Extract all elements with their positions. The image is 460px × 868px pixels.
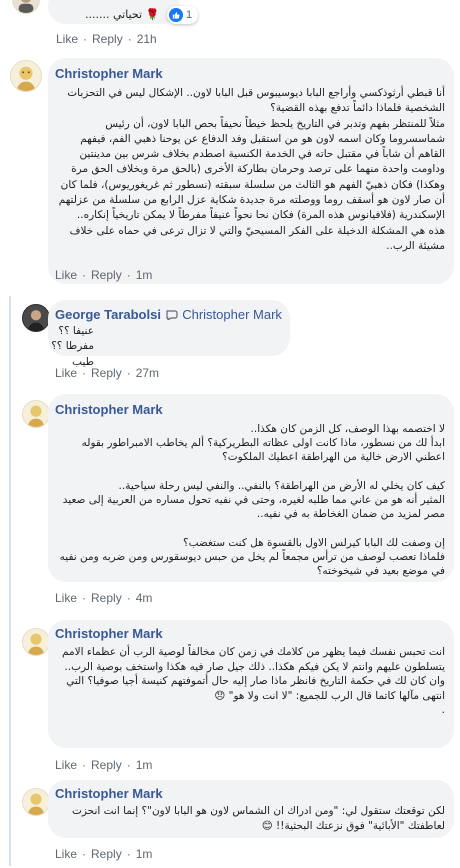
comment-text: أنا قبطي أرثوذكسي وأراجع البابا ديوسيبوس… (58, 87, 445, 252)
like-link[interactable]: Like (56, 32, 78, 46)
like-link[interactable]: Like (55, 268, 77, 282)
reply-link[interactable]: Reply (92, 32, 123, 46)
reply-link[interactable]: Reply (91, 758, 122, 772)
avatar[interactable] (12, 0, 40, 14)
comment-time: 27m (135, 366, 160, 380)
like-link[interactable]: Like (55, 366, 77, 380)
reply-link[interactable]: Reply (91, 591, 122, 605)
avatar[interactable] (10, 60, 42, 92)
reply-to-icon (165, 310, 178, 320)
comment-actions: Like · Reply · 21h (56, 32, 157, 46)
reaction-count: 1 (186, 9, 193, 21)
comment-author[interactable]: Christopher Mark (55, 402, 163, 417)
comment-text: لكن توقعتك ستقول لي: "ومن ادراك ان الشما… (71, 805, 445, 832)
comment-actions: Like · Reply · 1m (55, 268, 153, 282)
comment-text: انت تحبس نفسك فيما يظهر من كلامك في زمن … (62, 646, 445, 717)
comment-time: 21h (136, 32, 157, 46)
comment-text: عنيفا ؟؟ مفرطا ؟؟ طيب (51, 325, 94, 368)
avatar[interactable] (22, 400, 50, 428)
like-link[interactable]: Like (55, 847, 77, 861)
comment-text: لا اختصمه بهذا الوصف، كل الزمن كان هكذا.… (59, 423, 445, 578)
comment-actions: Like · Reply · 4m (55, 591, 153, 605)
reply-link[interactable]: Reply (91, 268, 122, 282)
like-link[interactable]: Like (55, 758, 77, 772)
reaction-badge[interactable]: 1 (167, 6, 199, 24)
comment-time: 1m (135, 847, 153, 861)
reply-thread-line (9, 296, 11, 866)
comment-author[interactable]: Christopher Mark (55, 66, 163, 81)
like-reaction-icon (169, 8, 183, 22)
reply-link[interactable]: Reply (91, 366, 122, 380)
comment-text: 🌹 تحياتي ....... (85, 8, 160, 21)
comment-time: 4m (135, 591, 153, 605)
comment-author[interactable]: George Tarabolsi (55, 307, 161, 322)
like-link[interactable]: Like (55, 591, 77, 605)
comment-author[interactable]: Christopher Mark (55, 626, 163, 641)
comment-actions: Like · Reply · 1m (55, 847, 153, 861)
comment-actions: Like · Reply · 1m (55, 758, 153, 772)
comment-actions: Like · Reply · 27m (55, 366, 160, 380)
comment-author[interactable]: Christopher Mark (55, 786, 163, 801)
comment-author-line: George Tarabolsi Christopher Mark (55, 307, 282, 322)
avatar[interactable] (22, 628, 50, 656)
rose-emoji: 🌹 (145, 8, 160, 21)
mention-link[interactable]: Christopher Mark (182, 307, 282, 322)
comment-time: 1m (135, 268, 153, 282)
comment-time: 1m (135, 758, 153, 772)
avatar[interactable] (22, 788, 50, 816)
reply-link[interactable]: Reply (91, 847, 122, 861)
